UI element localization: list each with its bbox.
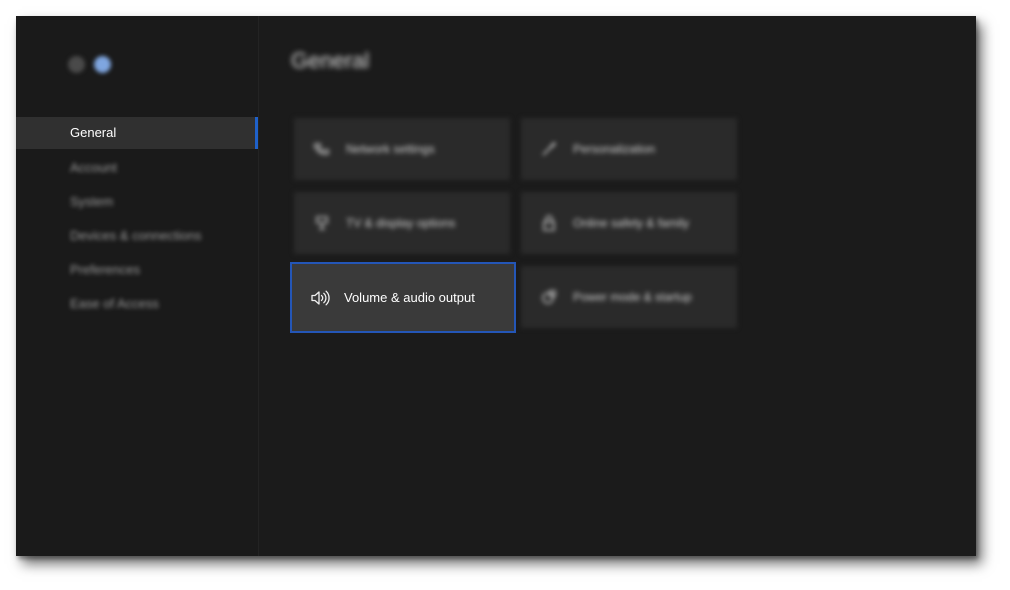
settings-window: General Account System Devices & connect…: [16, 16, 976, 556]
tile-network-settings[interactable]: Network settings: [294, 118, 510, 180]
lock-icon: [539, 213, 559, 233]
sidebar-item-label: Preferences: [70, 262, 141, 277]
tile-label: Personalization: [573, 142, 656, 156]
sidebar-item-label: General: [70, 125, 117, 140]
display-icon: [312, 213, 332, 233]
sidebar-item-account[interactable]: Account: [16, 152, 256, 184]
sidebar-item-label: System: [70, 194, 114, 209]
tile-personalization[interactable]: Personalization: [521, 118, 737, 180]
sidebar-item-preferences[interactable]: Preferences: [16, 254, 256, 286]
brush-icon: [539, 139, 559, 159]
sidebar: General Account System Devices & connect…: [16, 16, 259, 556]
power-icon: [539, 287, 559, 307]
tile-online-safety-family[interactable]: Online safety & family: [521, 192, 737, 254]
sidebar-item-label: Account: [70, 160, 117, 175]
tile-power-mode-startup[interactable]: Power mode & startup: [521, 266, 737, 328]
sidebar-item-system[interactable]: System: [16, 186, 256, 218]
tile-label: TV & display options: [346, 216, 456, 230]
tile-volume-audio-output[interactable]: Volume & audio output: [290, 262, 516, 333]
page-title: General: [291, 48, 370, 73]
sidebar-item-devices[interactable]: Devices & connections: [16, 220, 256, 252]
network-icon: [312, 139, 332, 159]
avatar-icon[interactable]: [68, 56, 85, 73]
tile-tv-display-options[interactable]: TV & display options: [294, 192, 510, 254]
sidebar-item-label: Devices & connections: [70, 228, 202, 243]
profile-avatar[interactable]: [94, 56, 111, 73]
sidebar-item-ease-of-access[interactable]: Ease of Access: [16, 288, 256, 320]
tile-label: Online safety & family: [573, 216, 690, 230]
tile-label: Volume & audio output: [344, 290, 475, 305]
sidebar-item-general[interactable]: General: [16, 117, 258, 149]
speaker-icon: [310, 288, 330, 308]
sidebar-item-label: Ease of Access: [70, 296, 159, 311]
tile-label: Power mode & startup: [573, 290, 692, 304]
tile-label: Network settings: [346, 142, 435, 156]
selected-indicator: [255, 117, 258, 149]
profile-avatars[interactable]: [68, 56, 128, 74]
